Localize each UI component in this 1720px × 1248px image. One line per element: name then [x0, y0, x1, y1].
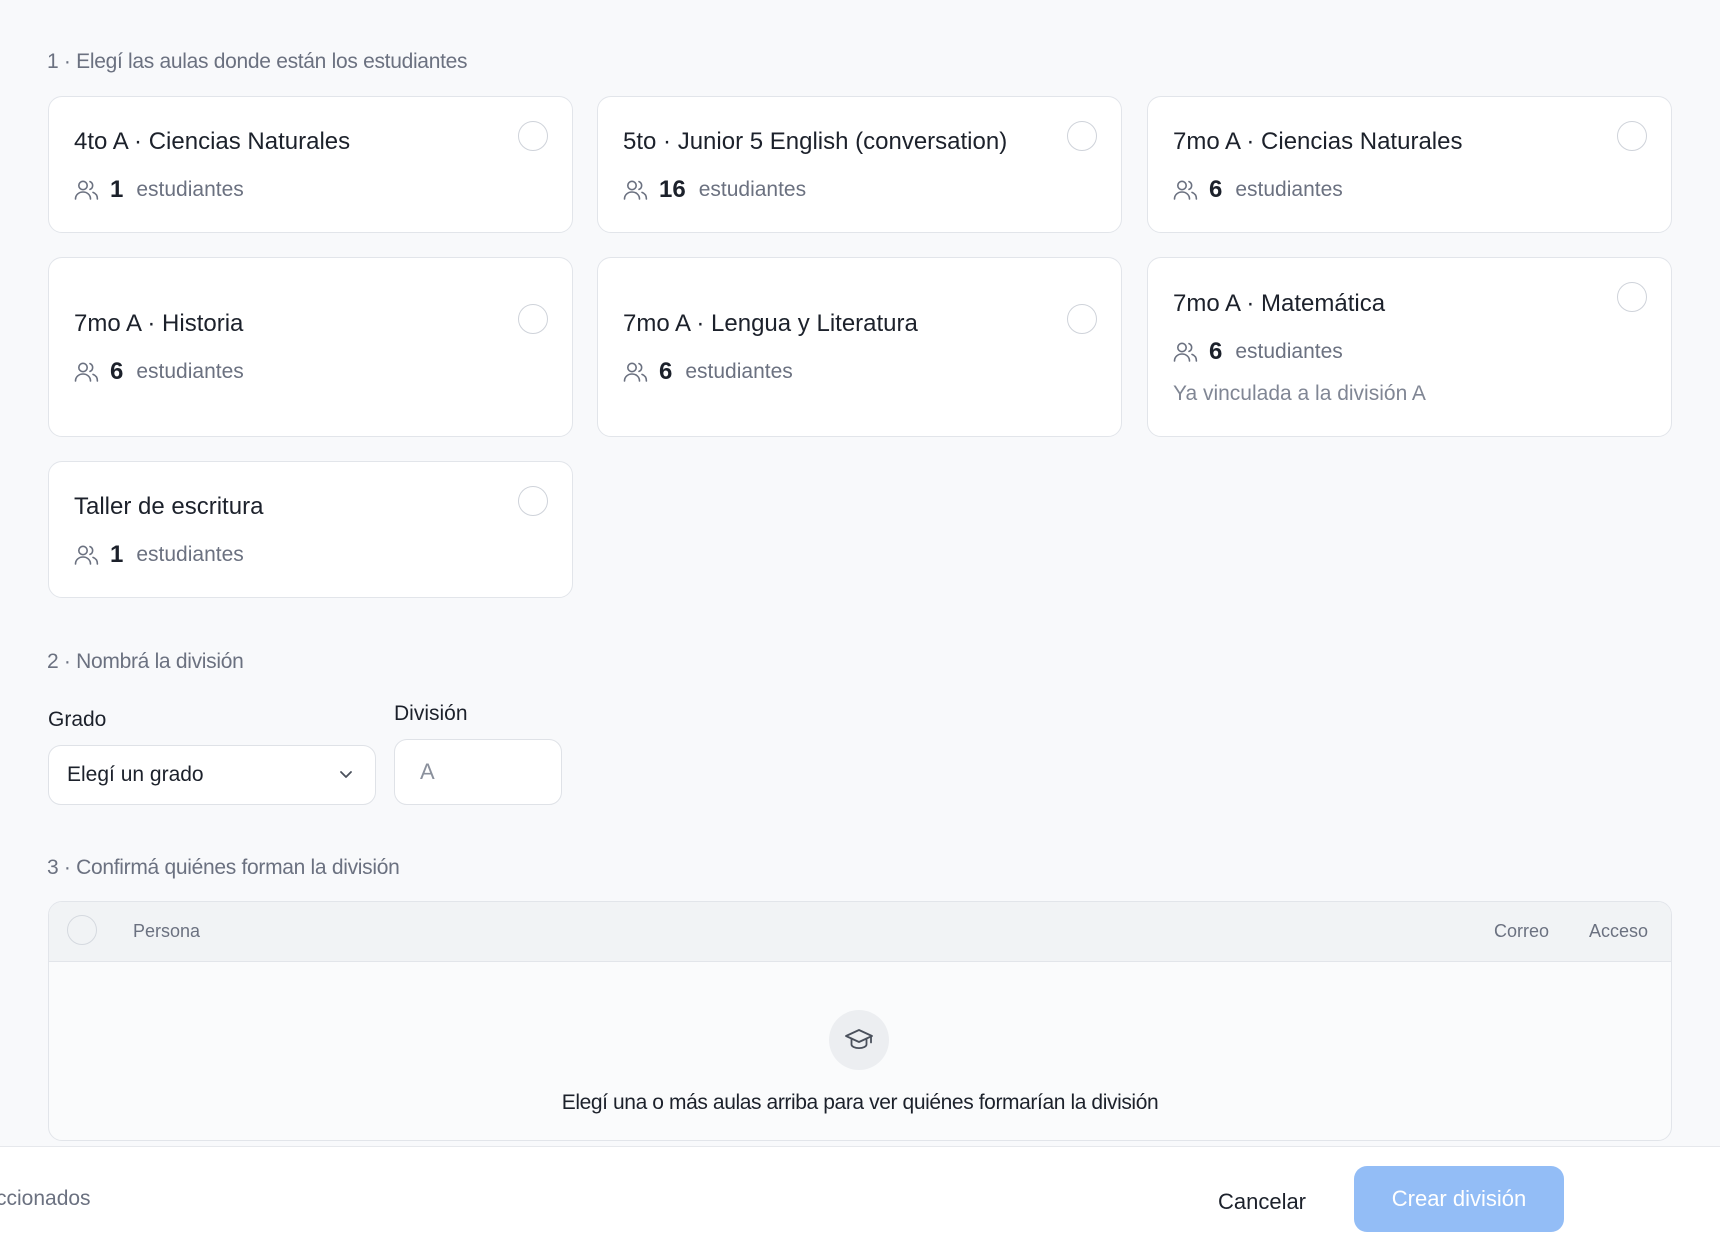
classroom-name: 7mo A · Ciencias Naturales: [1173, 127, 1463, 155]
members-table: Persona Correo Acceso Elegí una o más au…: [48, 901, 1672, 1141]
cancel-button[interactable]: Cancelar: [1200, 1169, 1324, 1235]
graduation-cap-icon: [829, 1010, 889, 1070]
student-count: 6: [659, 358, 673, 385]
classroom-name: 4to A · Ciencias Naturales: [74, 127, 351, 155]
selected-count-text: ccionados: [0, 1187, 91, 1210]
classroom-radio[interactable]: [1067, 304, 1097, 334]
users-icon: [74, 362, 99, 382]
classroom-name: 5to · Junior 5 English (conversation): [623, 127, 1008, 155]
users-icon: [623, 180, 648, 200]
empty-state-message: Elegí una o más aulas arriba para ver qu…: [561, 1091, 1159, 1114]
classroom-name: 7mo A · Historia: [74, 310, 244, 337]
classroom-card[interactable]: 7mo A · Lengua y Literatura 6 estudiante…: [597, 257, 1122, 437]
step2-title: 2 · Nombrá la división: [47, 650, 244, 673]
student-count-label: estudiantes: [136, 360, 244, 383]
users-icon: [74, 545, 99, 565]
users-icon: [623, 362, 648, 382]
table-header: Persona Correo Acceso: [49, 902, 1671, 962]
student-count: 16: [659, 175, 686, 203]
users-icon: [74, 180, 99, 200]
student-count: 1: [110, 175, 124, 203]
student-count-label: estudiantes: [698, 177, 807, 201]
users-icon: [1173, 342, 1198, 362]
grade-label: Grado: [48, 708, 107, 731]
student-count-label: estudiantes: [136, 542, 244, 566]
student-count-label: estudiantes: [136, 177, 244, 201]
student-count-label: estudiantes: [1235, 340, 1343, 363]
step3-title: 3 · Confirmá quiénes forman la división: [47, 856, 400, 879]
classroom-card[interactable]: 5to · Junior 5 English (conversation) 16…: [597, 96, 1122, 233]
classroom-radio[interactable]: [518, 121, 548, 151]
student-count: 6: [1209, 338, 1223, 365]
student-count-label: estudiantes: [685, 360, 793, 383]
student-count: 6: [1209, 175, 1223, 203]
classroom-card[interactable]: 7mo A · Historia 6 estudiantes: [48, 257, 573, 437]
student-count: 6: [110, 358, 124, 385]
division-label: División: [394, 702, 468, 725]
create-division-button[interactable]: Crear división: [1354, 1166, 1564, 1232]
column-header-access[interactable]: Acceso: [1589, 921, 1648, 942]
division-input[interactable]: [394, 739, 562, 805]
classroom-radio[interactable]: [1067, 121, 1097, 151]
step1-title: 1 · Elegí las aulas donde están los estu…: [47, 50, 468, 73]
footer-bar: ccionados Cancelar Crear división: [0, 1146, 1720, 1248]
chevron-down-icon: [340, 771, 352, 778]
classroom-name: Taller de escritura: [74, 492, 264, 520]
classroom-card[interactable]: 7mo A · Ciencias Naturales 6 estudiantes: [1147, 96, 1672, 233]
classroom-radio[interactable]: [1617, 121, 1647, 151]
classroom-card[interactable]: Taller de escritura 1 estudiantes: [48, 461, 573, 598]
classroom-radio[interactable]: [1617, 282, 1647, 312]
select-all-checkbox[interactable]: [67, 915, 97, 945]
classroom-card[interactable]: 7mo A · Matemática 6 estudiantes Ya vinc…: [1147, 257, 1672, 437]
student-count: 1: [110, 540, 124, 568]
student-count-label: estudiantes: [1235, 177, 1343, 201]
classroom-name: 7mo A · Matemática: [1173, 290, 1386, 317]
users-icon: [1173, 180, 1198, 200]
grade-select[interactable]: Elegí un grado: [48, 745, 376, 805]
column-header-person[interactable]: Persona: [133, 921, 200, 942]
classroom-radio[interactable]: [518, 486, 548, 516]
classroom-card[interactable]: 4to A · Ciencias Naturales 1 estudiantes: [48, 96, 573, 233]
linked-note: Ya vinculada a la división A: [1173, 382, 1426, 405]
grade-select-value: Elegí un grado: [67, 763, 204, 786]
classroom-radio[interactable]: [518, 304, 548, 334]
column-header-email[interactable]: Correo: [1494, 921, 1549, 942]
classroom-name: 7mo A · Lengua y Literatura: [623, 310, 918, 337]
